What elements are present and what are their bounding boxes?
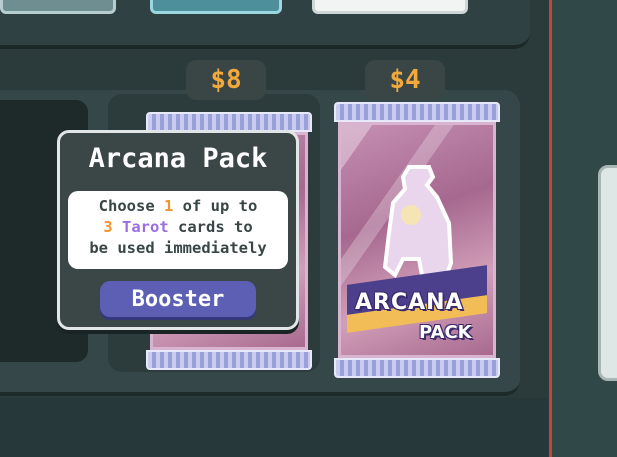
desc-line-1: Choose 1 of up to xyxy=(68,196,288,217)
pack-foil: ARCANA PACK xyxy=(338,122,496,358)
top-card-shelf xyxy=(0,0,530,49)
pack-tooltip: Arcana Pack Choose 1 of up to 3 Tarot ca… xyxy=(57,130,299,330)
booster-pack-2[interactable]: ARCANA PACK xyxy=(334,102,500,378)
top-card-3[interactable] xyxy=(312,0,468,14)
pack-crimp-bottom xyxy=(334,358,500,378)
pack-crimp-top xyxy=(334,102,500,122)
desc-text: Choose xyxy=(98,197,164,215)
pack-art-logo: ARCANA PACK xyxy=(355,291,495,343)
top-card-2[interactable] xyxy=(150,0,282,14)
top-card-1[interactable] xyxy=(0,0,116,14)
tooltip-description: Choose 1 of up to 3 Tarot cards to be us… xyxy=(68,191,288,269)
tooltip-title: Arcana Pack xyxy=(88,143,268,174)
desc-line-3: be used immediately xyxy=(89,239,267,257)
desc-text: of up to xyxy=(173,197,258,215)
pack-art-line-2: PACK xyxy=(419,322,472,344)
price-tag-pack-1: $8 xyxy=(186,60,266,100)
pack-art-line-1: ARCANA xyxy=(355,290,464,315)
total-count: 3 xyxy=(103,218,113,236)
choose-count: 1 xyxy=(163,197,174,215)
desc-text: cards to xyxy=(168,218,253,236)
booster-badge: Booster xyxy=(100,281,256,317)
price-tag-pack-2: $4 xyxy=(365,60,445,100)
deck-card-edge[interactable] xyxy=(598,165,617,381)
pack-crimp-bottom xyxy=(146,350,312,370)
table-floor xyxy=(0,398,548,457)
card-type: Tarot xyxy=(122,218,169,236)
desc-line-2: 3 Tarot cards to xyxy=(68,217,288,238)
pack-crimp-top xyxy=(146,112,312,132)
